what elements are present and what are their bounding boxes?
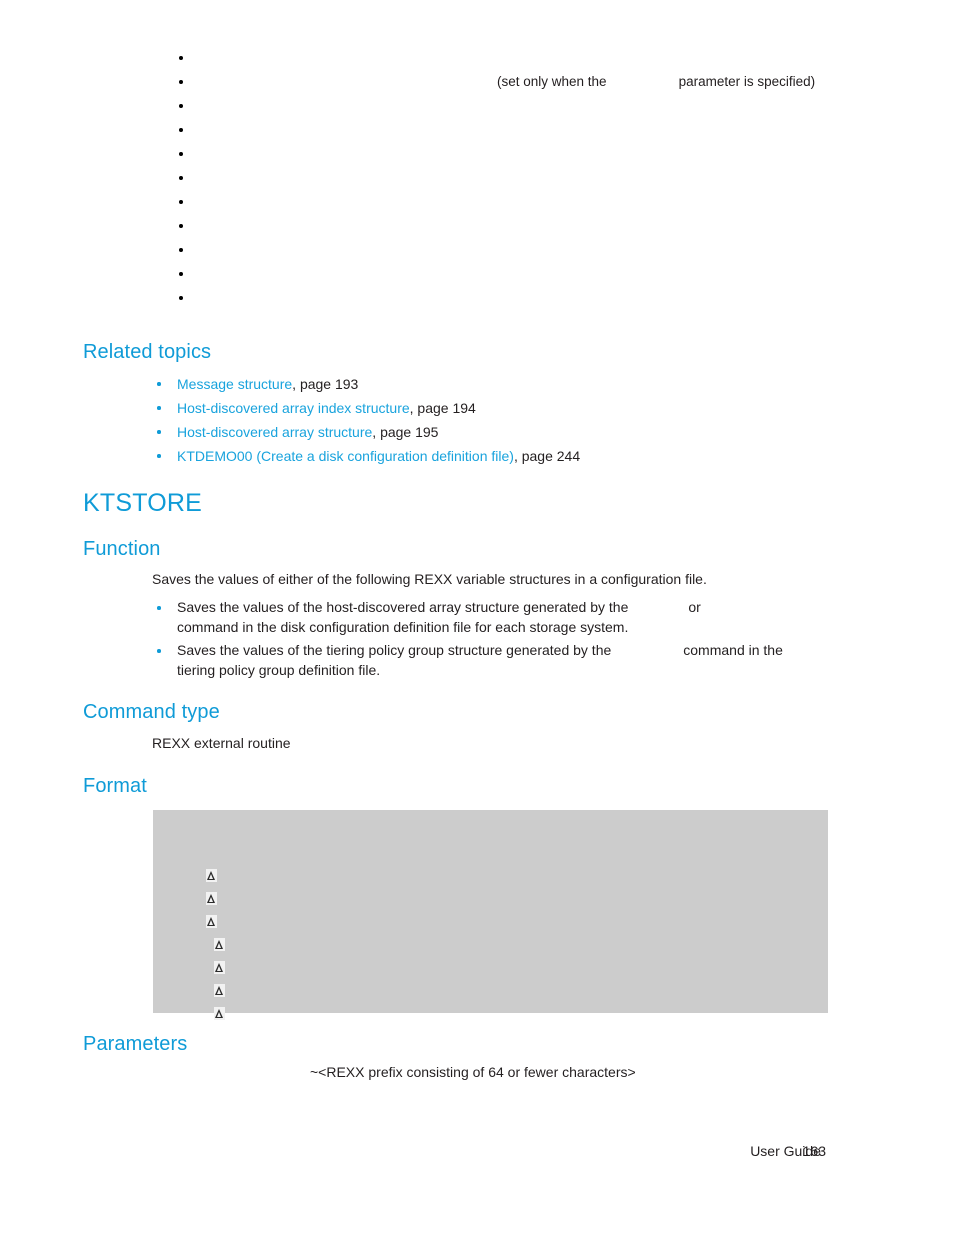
list-item	[152, 46, 852, 70]
bullet-icon	[157, 430, 161, 434]
bullet-icon	[179, 152, 183, 156]
list-item	[152, 142, 852, 166]
bullet-icon	[157, 606, 161, 610]
page-title: KTSTORE	[83, 489, 203, 517]
bullet-icon	[179, 80, 183, 84]
list-item	[152, 262, 852, 286]
list-item	[152, 118, 852, 142]
top-bullet-list: (set only when the parameter is specified…	[152, 46, 852, 310]
bullet-text-b: command in the	[683, 642, 783, 658]
bullet-icon	[157, 406, 161, 410]
function-heading: Function	[83, 538, 161, 560]
function-bullet-list: Saves the values of the host-discovered …	[152, 598, 872, 684]
list-item	[152, 238, 852, 262]
bullet-icon	[179, 104, 183, 108]
list-item: Saves the values of the host-discovered …	[152, 598, 872, 637]
command-type-heading: Command type	[83, 701, 220, 723]
related-topic-item[interactable]: Host-discovered array index structure, p…	[152, 396, 852, 420]
bullet-icon	[179, 296, 183, 300]
format-code-block	[153, 810, 828, 1020]
list-item	[152, 214, 852, 238]
related-topic-link[interactable]: KTDEMO00 (Create a disk configuration de…	[177, 448, 514, 464]
function-bullet-line1: Saves the values of the tiering policy g…	[177, 641, 872, 661]
list-item: (set only when the parameter is specified…	[152, 70, 852, 94]
related-topic-page: , page 244	[513, 448, 581, 464]
code-line	[171, 913, 226, 951]
command-type-value: REXX external routine	[152, 735, 291, 751]
bullet-text-b: or	[688, 599, 701, 615]
related-topic-page: , page 195	[372, 424, 439, 440]
related-topic-item[interactable]: KTDEMO00 (Create a disk configuration de…	[152, 444, 852, 468]
bullet-text-a: Saves the values of the host-discovered …	[177, 599, 629, 615]
list-item-note: (set only when the parameter is specified…	[497, 70, 815, 94]
list-item	[152, 166, 852, 190]
related-topic-item[interactable]: Host-discovered array structure, page 19…	[152, 420, 852, 444]
related-topic-link[interactable]: Host-discovered array structure	[177, 424, 372, 440]
bullet-icon	[179, 176, 183, 180]
related-topics-list: Message structure, page 193 Host-discove…	[152, 372, 852, 468]
page-footer: User Guide 163	[0, 1143, 954, 1165]
related-topic-page: , page 194	[409, 400, 476, 416]
bullet-icon	[157, 454, 161, 458]
bullet-icon	[179, 128, 183, 132]
note-suffix: parameter is specified)	[678, 74, 816, 89]
related-topic-link[interactable]: Message structure	[177, 376, 292, 392]
bullet-icon	[179, 248, 183, 252]
format-heading: Format	[83, 775, 147, 797]
bullet-icon	[157, 382, 161, 386]
document-page: (set only when the parameter is specified…	[0, 0, 954, 1235]
list-item	[152, 190, 852, 214]
related-topic-link[interactable]: Host-discovered array index structure	[177, 400, 410, 416]
list-item: Saves the values of the tiering policy g…	[152, 641, 872, 680]
parameters-heading: Parameters	[83, 1033, 188, 1055]
code-line	[163, 844, 218, 882]
bullet-icon	[179, 224, 183, 228]
related-topic-item[interactable]: Message structure, page 193	[152, 372, 852, 396]
footer-page-number: 163	[802, 1143, 826, 1159]
function-bullet-line1: Saves the values of the host-discovered …	[177, 598, 872, 618]
parameter-description: ~<REXX prefix consisting of 64 or fewer …	[310, 1064, 636, 1080]
bullet-icon	[179, 200, 183, 204]
function-bullet-line2: tiering policy group definition file.	[177, 661, 381, 678]
function-bullet-line2: command in the disk configuration defini…	[177, 618, 629, 635]
space-symbol-icon	[214, 1007, 226, 1020]
bullet-icon	[179, 272, 183, 276]
related-topics-heading: Related topics	[83, 341, 212, 363]
related-topic-page: , page 193	[292, 376, 359, 392]
bullet-text-a: Saves the values of the tiering policy g…	[177, 642, 612, 658]
list-item	[152, 94, 852, 118]
function-intro-text: Saves the values of either of the follow…	[152, 571, 707, 587]
bullet-icon	[179, 56, 183, 60]
note-prefix: (set only when the	[497, 74, 607, 89]
bullet-icon	[157, 649, 161, 653]
list-item	[152, 286, 852, 310]
